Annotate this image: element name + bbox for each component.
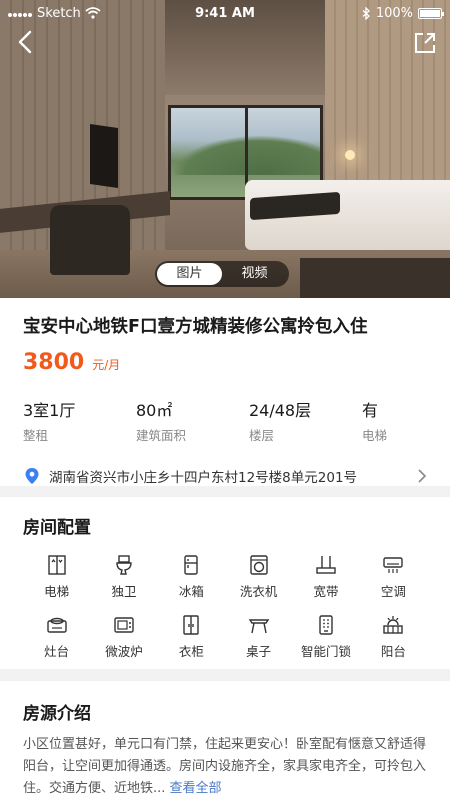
air-conditioner-icon [383,557,404,573]
listing-info: 宝安中心地铁F口壹方城精装修公寓拎包入住 3800 元/月 3室1厅 整租 80… [0,298,450,486]
facility-item: 衣柜 [158,614,225,660]
spec-value: 24/48层 [249,401,312,420]
spec-floor: 24/48层 楼层 [249,397,362,444]
facility-item: 空调 [360,554,427,600]
description-body: 小区位置甚好，单元口有门禁，住起来更安心！卧室配有惬意又舒适得阳台，让空间更加得… [23,737,427,796]
facility-label: 桌子 [246,644,272,659]
facility-label: 衣柜 [178,644,204,659]
facility-label: 空调 [380,584,406,599]
stove-icon [46,617,67,633]
washer-icon [249,555,268,575]
battery-icon [418,7,444,19]
spec-label: 电梯 [362,428,388,443]
listing-title: 宝安中心地铁F口壹方城精装修公寓拎包入住 [23,317,368,337]
tab-video[interactable]: 视频 [222,263,287,285]
media-switch: 图片 视频 [155,261,289,287]
facility-label: 智能门锁 [300,644,351,659]
smart-lock-icon [319,615,333,635]
facility-label: 电梯 [44,584,70,599]
facility-label: 阳台 [380,644,406,659]
spec-label: 建筑面积 [136,428,187,443]
facility-item: 微波炉 [90,614,157,660]
spec-elevator: 有 电梯 [362,397,387,444]
facility-item: 桌子 [225,614,292,660]
facility-label: 微波炉 [105,644,143,659]
description-section: 房源介绍 小区位置甚好，单元口有门禁，住起来更安心！卧室配有惬意又舒适得阳台，让… [0,681,450,800]
description-title: 房源介绍 [23,704,91,724]
facility-item: 阳台 [360,614,427,660]
status-time: 9:41 AM [195,5,255,21]
spec-row: 3室1厅 整租 80㎡ 建筑面积 24/48层 楼层 有 电梯 [23,397,427,444]
elevator-icon [47,555,66,575]
balcony-icon [383,616,404,634]
address-row[interactable]: 湖南省资兴市小庄乡十四户东村12号楼8单元201号 [23,466,427,486]
spec-area: 80㎡ 建筑面积 [136,397,249,444]
facility-item: 独卫 [90,554,157,600]
spec-value: 有 [362,401,379,420]
listing-photo[interactable] [0,0,450,298]
fridge-icon [184,555,199,575]
location-pin-icon [25,468,39,484]
facility-item: 冰箱 [158,554,225,600]
status-bar: Sketch 9:41 AM 100% [0,0,450,26]
spec-value: 3室1厅 [23,401,76,420]
description-text: 小区位置甚好，单元口有门禁，住起来更安心！卧室配有惬意又舒适得阳台，让空间更加得… [23,734,427,800]
facility-item: 电梯 [23,554,90,600]
facilities-title: 房间配置 [23,518,91,538]
spec-layout: 3室1厅 整租 [23,397,136,444]
facility-item: 宽带 [292,554,359,600]
tab-photos[interactable]: 图片 [157,263,222,285]
wardrobe-icon [183,615,200,635]
price-unit: 元/月 [92,358,121,372]
facility-label: 冰箱 [178,584,204,599]
see-all-link[interactable]: 查看全部 [170,781,222,796]
facilities-grid: 电梯 独卫 冰箱 洗衣机 宽带 空调 灶台 微波炉 衣柜 桌子 智能门锁 阳台 [23,554,427,660]
facility-label: 宽带 [313,584,339,599]
facility-item: 智能门锁 [292,614,359,660]
back-icon[interactable] [12,28,40,56]
price: 3800 [23,350,85,375]
spec-value: 80㎡ [136,401,173,420]
toilet-icon [116,555,132,575]
spec-label: 整租 [23,428,49,443]
price-row: 3800 元/月 [23,350,427,375]
facility-item: 洗衣机 [225,554,292,600]
microwave-icon [114,617,134,633]
facility-item: 灶台 [23,614,90,660]
facilities-section: 房间配置 电梯 独卫 冰箱 洗衣机 宽带 空调 灶台 微波炉 衣柜 桌子 智能门… [0,497,450,669]
router-icon [316,556,336,574]
chevron-right-icon [418,469,427,483]
share-icon[interactable] [412,30,438,56]
table-icon [248,619,269,634]
spec-label: 楼层 [249,428,275,443]
facility-label: 洗衣机 [239,584,278,599]
address-text: 湖南省资兴市小庄乡十四户东村12号楼8单元201号 [49,470,358,486]
facility-label: 灶台 [44,644,70,659]
facility-label: 独卫 [111,584,137,599]
